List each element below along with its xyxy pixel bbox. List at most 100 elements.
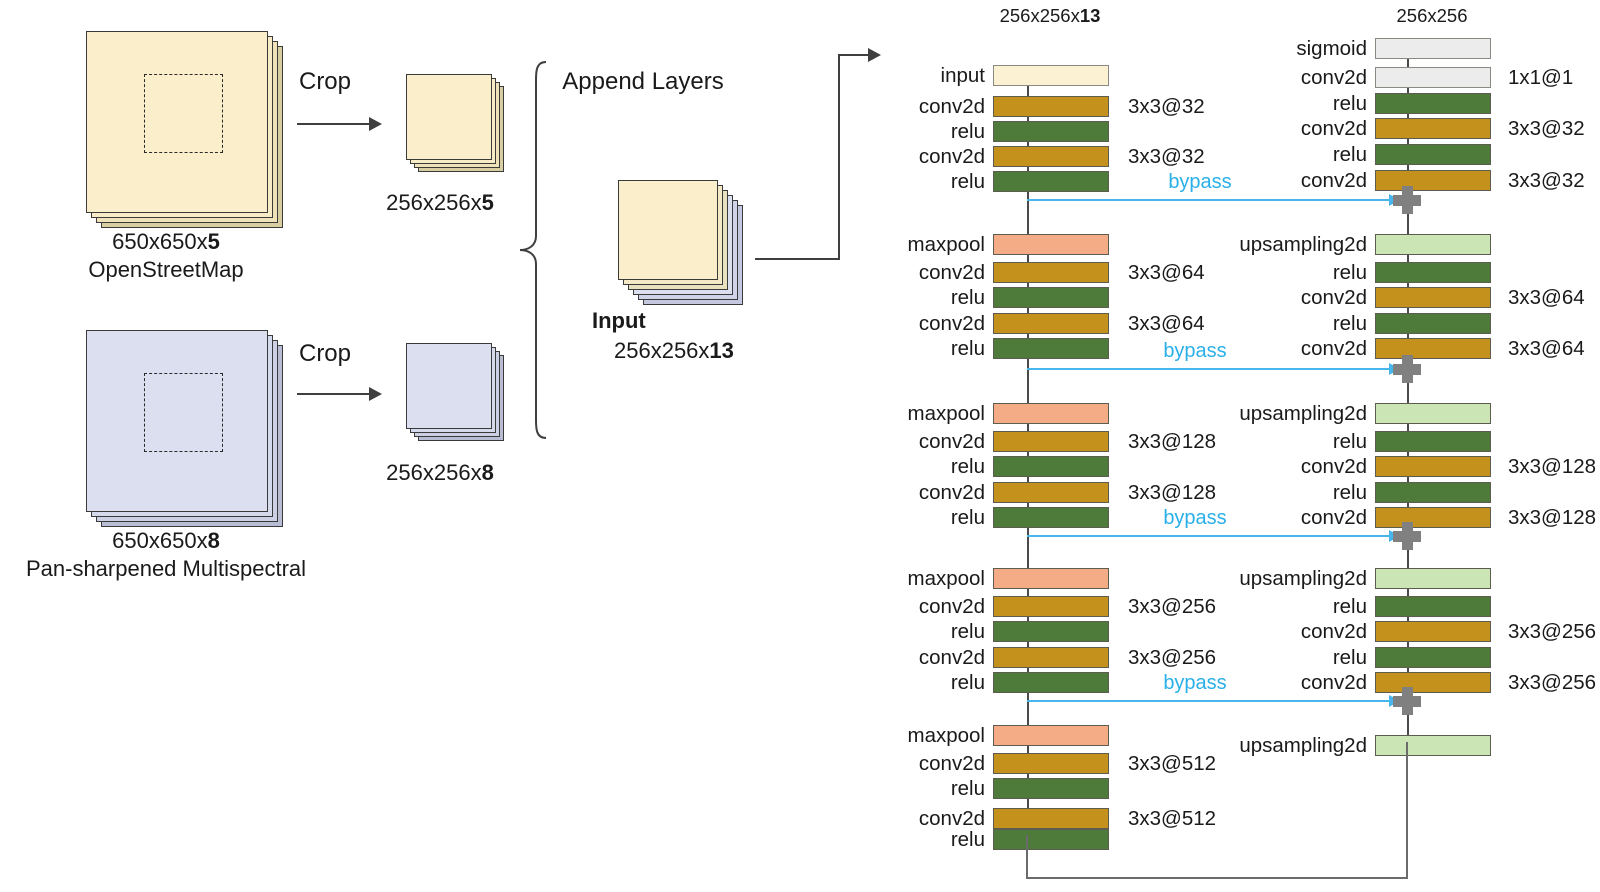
decoder-bar-upsampling2d-11[interactable]	[1375, 403, 1491, 424]
encoder-bar-relu-2[interactable]	[993, 121, 1109, 142]
decoder-bar-conv2d-13[interactable]	[1375, 456, 1491, 477]
osm-crop-label: Crop	[298, 68, 352, 95]
decoder-label-sigmoid-0: sigmoid	[1296, 36, 1367, 60]
decoder-bar-relu-7[interactable]	[1375, 262, 1491, 283]
encoder-bar-conv2d-18[interactable]	[993, 647, 1109, 668]
encoder-bar-relu-14[interactable]	[993, 507, 1109, 528]
decoder-label-relu-19: relu	[1332, 645, 1367, 669]
ms-crop-sheet-front	[406, 343, 492, 429]
encoder-param-18: 3x3@256	[1128, 645, 1217, 669]
encoder-label-relu-9: relu	[950, 336, 985, 360]
encoder-bar-relu-9[interactable]	[993, 338, 1109, 359]
encoder-param-1: 3x3@32	[1128, 94, 1205, 118]
osm-cropped-size-label: 256x256x5	[386, 190, 494, 216]
encoder-bar-conv2d-21[interactable]	[993, 753, 1109, 774]
decoder-param-20: 3x3@256	[1508, 670, 1597, 694]
decoder-label-relu-14: relu	[1332, 480, 1367, 504]
osm-size-text: 650x650x	[112, 229, 208, 254]
encoder-bar-conv2d-3[interactable]	[993, 146, 1109, 167]
ms-size-channels: 8	[207, 528, 220, 553]
decoder-bar-conv2d-1[interactable]	[1375, 67, 1491, 88]
encoder-bar-maxpool-20[interactable]	[993, 725, 1109, 746]
decoder-label-relu-7: relu	[1332, 260, 1367, 284]
encoder-bar-relu-7[interactable]	[993, 287, 1109, 308]
osm-cropped-channels: 5	[481, 190, 494, 215]
append-brace	[519, 61, 547, 439]
encoder-bar-relu-24[interactable]	[993, 829, 1109, 850]
encoder-label-input-0: input	[940, 63, 985, 87]
encoder-top-size-text: 256x256x	[999, 5, 1080, 26]
osm-crop-arrow-head	[369, 117, 382, 131]
encoder-bar-relu-19[interactable]	[993, 672, 1109, 693]
decoder-bar-upsampling2d-6[interactable]	[1375, 234, 1491, 255]
encoder-param-8: 3x3@64	[1128, 311, 1205, 335]
decoder-label-upsampling2d-6: upsampling2d	[1239, 232, 1367, 256]
decoder-label-conv2d-13: conv2d	[1300, 454, 1367, 478]
decoder-label-conv2d-15: conv2d	[1300, 505, 1367, 529]
decoder-bar-upsampling2d-21[interactable]	[1375, 735, 1491, 756]
decoder-bar-relu-9[interactable]	[1375, 313, 1491, 334]
encoder-bar-relu-22[interactable]	[993, 778, 1109, 799]
decoder-bar-sigmoid-0[interactable]	[1375, 38, 1491, 59]
input-size-label: 256x256x13	[614, 338, 734, 364]
decoder-bar-conv2d-18[interactable]	[1375, 621, 1491, 642]
decoder-bar-relu-17[interactable]	[1375, 596, 1491, 617]
decoder-bar-conv2d-3[interactable]	[1375, 118, 1491, 139]
encoder-label-conv2d-16: conv2d	[918, 594, 985, 618]
encoder-label-conv2d-1: conv2d	[918, 94, 985, 118]
encoder-bar-conv2d-1[interactable]	[993, 96, 1109, 117]
ms-crop-label: Crop	[298, 340, 352, 367]
encoder-bar-maxpool-15[interactable]	[993, 568, 1109, 589]
decoder-bar-conv2d-8[interactable]	[1375, 287, 1491, 308]
encoder-bar-maxpool-10[interactable]	[993, 403, 1109, 424]
decoder-label-conv2d-1: conv2d	[1300, 65, 1367, 89]
input-size-channels: 13	[709, 338, 734, 363]
bypass-line-4	[1027, 700, 1389, 702]
append-layers-title: Append Layers	[562, 68, 724, 95]
encoder-bar-input-0[interactable]	[993, 65, 1109, 86]
encoder-bar-conv2d-23[interactable]	[993, 808, 1109, 829]
decoder-bar-upsampling2d-16[interactable]	[1375, 568, 1491, 589]
encoder-top-size-label: 256x256x13	[1000, 5, 1101, 27]
encoder-label-maxpool-10: maxpool	[907, 401, 986, 425]
input-title-label: Input	[592, 308, 646, 333]
encoder-label-conv2d-13: conv2d	[918, 480, 985, 504]
encoder-param-11: 3x3@128	[1128, 429, 1217, 453]
ms-cropped-size-label: 256x256x8	[386, 460, 494, 486]
encoder-param-3: 3x3@32	[1128, 144, 1205, 168]
decoder-bar-relu-14[interactable]	[1375, 482, 1491, 503]
decoder-label-conv2d-20: conv2d	[1300, 670, 1367, 694]
decoder-bar-relu-2[interactable]	[1375, 93, 1491, 114]
encoder-label-maxpool-5: maxpool	[907, 232, 986, 256]
ms-cropped-channels: 8	[481, 460, 494, 485]
encoder-label-conv2d-3: conv2d	[918, 144, 985, 168]
encoder-bar-conv2d-13[interactable]	[993, 482, 1109, 503]
decoder-label-conv2d-5: conv2d	[1300, 168, 1367, 192]
encoder-bar-conv2d-6[interactable]	[993, 262, 1109, 283]
decoder-label-relu-17: relu	[1332, 594, 1367, 618]
encoder-label-conv2d-11: conv2d	[918, 429, 985, 453]
ms-cropped-size-text: 256x256x	[386, 460, 482, 485]
encoder-label-maxpool-15: maxpool	[907, 566, 986, 590]
decoder-bar-relu-19[interactable]	[1375, 647, 1491, 668]
decoder-bar-relu-12[interactable]	[1375, 431, 1491, 452]
decoder-bar-relu-4[interactable]	[1375, 144, 1491, 165]
encoder-bar-relu-12[interactable]	[993, 456, 1109, 477]
decoder-label-conv2d-18: conv2d	[1300, 619, 1367, 643]
decoder-param-18: 3x3@256	[1508, 619, 1597, 643]
decoder-top-size-label: 256x256	[1396, 5, 1468, 26]
bypass-label-2: bypass	[1163, 340, 1227, 362]
ms-crop-region	[144, 373, 223, 452]
encoder-bar-conv2d-8[interactable]	[993, 313, 1109, 334]
decoder-param-8: 3x3@64	[1508, 285, 1585, 309]
encoder-bar-maxpool-5[interactable]	[993, 234, 1109, 255]
osm-name-label: OpenStreetMap	[88, 257, 244, 282]
encoder-bar-conv2d-16[interactable]	[993, 596, 1109, 617]
bypass-line-1	[1027, 199, 1389, 201]
decoder-label-conv2d-10: conv2d	[1300, 336, 1367, 360]
input-to-network-line-h2	[838, 54, 872, 56]
encoder-bar-conv2d-11[interactable]	[993, 431, 1109, 452]
encoder-label-conv2d-8: conv2d	[918, 311, 985, 335]
encoder-bar-relu-4[interactable]	[993, 171, 1109, 192]
encoder-bar-relu-17[interactable]	[993, 621, 1109, 642]
